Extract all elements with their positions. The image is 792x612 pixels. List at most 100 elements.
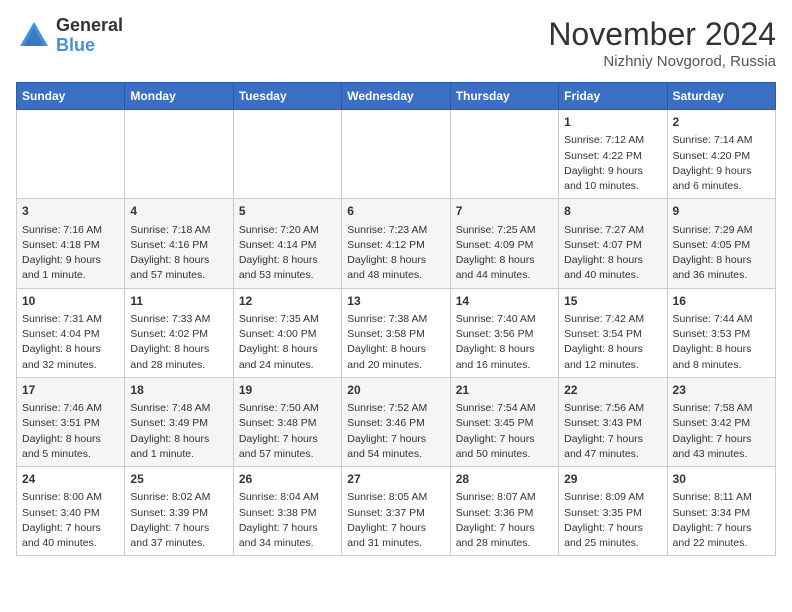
location: Nizhniy Novgorod, Russia	[548, 53, 776, 70]
day-info: Sunrise: 7:54 AM	[456, 401, 553, 416]
day-info: Sunrise: 7:20 AM	[239, 223, 336, 238]
calendar-cell: 17Sunrise: 7:46 AMSunset: 3:51 PMDayligh…	[17, 377, 125, 466]
day-info: Daylight: 7 hours and 28 minutes.	[456, 521, 553, 551]
calendar-cell: 29Sunrise: 8:09 AMSunset: 3:35 PMDayligh…	[559, 467, 667, 556]
day-info: Sunrise: 7:42 AM	[564, 312, 661, 327]
day-info: Sunrise: 7:29 AM	[673, 223, 770, 238]
calendar-cell: 9Sunrise: 7:29 AMSunset: 4:05 PMDaylight…	[667, 199, 775, 288]
day-info: Sunset: 3:54 PM	[564, 327, 661, 342]
calendar-cell: 4 Sunrise: 7:18 AMSunset: 4:16 PMDaylight…	[125, 199, 233, 288]
day-info: Sunrise: 7:25 AM	[456, 223, 553, 238]
day-info: Sunset: 3:36 PM	[456, 506, 553, 521]
day-info: Sunset: 3:39 PM	[130, 506, 227, 521]
day-info: Sunrise: 7:50 AM	[239, 401, 336, 416]
day-number: 27	[347, 471, 444, 488]
logo-icon	[16, 18, 52, 54]
day-info: Sunset: 3:53 PM	[673, 327, 770, 342]
day-info: Sunrise: 8:07 AM	[456, 490, 553, 505]
day-header-sunday: Sunday	[17, 83, 125, 110]
day-number: 23	[673, 382, 770, 399]
day-number: 20	[347, 382, 444, 399]
day-info: Sunset: 4:05 PM	[673, 238, 770, 253]
day-info: Daylight: 7 hours and 40 minutes.	[22, 521, 119, 551]
day-info: Daylight: 8 hours and 53 minutes.	[239, 253, 336, 283]
day-info: Sunrise: 8:02 AM	[130, 490, 227, 505]
calendar-cell: 13Sunrise: 7:38 AMSunset: 3:58 PMDayligh…	[342, 288, 450, 377]
day-info: Sunset: 4:16 PM	[130, 238, 227, 253]
day-info: Sunrise: 7:12 AM	[564, 133, 661, 148]
day-info: Sunrise: 7:38 AM	[347, 312, 444, 327]
day-info: Sunset: 4:02 PM	[130, 327, 227, 342]
day-info: Daylight: 7 hours and 25 minutes.	[564, 521, 661, 551]
day-number: 8	[564, 203, 661, 220]
day-info: Sunrise: 8:11 AM	[673, 490, 770, 505]
day-number: 18	[130, 382, 227, 399]
calendar-cell: 25 Sunrise: 8:02 AMSunset: 3:39 PMDayligh…	[125, 467, 233, 556]
day-number: 21	[456, 382, 553, 399]
day-info: Daylight: 8 hours and 1 minute.	[130, 432, 227, 462]
day-info: Daylight: 8 hours and 32 minutes.	[22, 342, 119, 372]
day-info: Sunset: 3:46 PM	[347, 416, 444, 431]
day-info: Daylight: 8 hours and 57 minutes.	[130, 253, 227, 283]
day-info: Sunset: 3:43 PM	[564, 416, 661, 431]
calendar-cell: 24Sunrise: 8:00 AMSunset: 3:40 PMDayligh…	[17, 467, 125, 556]
day-info: Sunrise: 8:04 AM	[239, 490, 336, 505]
week-row-4: 17Sunrise: 7:46 AMSunset: 3:51 PMDayligh…	[17, 377, 776, 466]
day-number: 19	[239, 382, 336, 399]
day-info: Sunset: 4:07 PM	[564, 238, 661, 253]
day-number: 29	[564, 471, 661, 488]
day-info: Sunset: 4:00 PM	[239, 327, 336, 342]
day-info: Sunrise: 8:09 AM	[564, 490, 661, 505]
day-number: 7	[456, 203, 553, 220]
day-info: Daylight: 8 hours and 48 minutes.	[347, 253, 444, 283]
day-info: Daylight: 8 hours and 5 minutes.	[22, 432, 119, 462]
logo-general-text: General	[56, 16, 123, 36]
day-info: Sunrise: 7:18 AM	[130, 223, 227, 238]
day-number: 5	[239, 203, 336, 220]
day-number: 22	[564, 382, 661, 399]
calendar-cell	[450, 110, 558, 199]
day-header-monday: Monday	[125, 83, 233, 110]
day-number: 1	[564, 114, 661, 131]
day-info: Sunset: 4:14 PM	[239, 238, 336, 253]
day-info: Sunset: 3:56 PM	[456, 327, 553, 342]
day-header-tuesday: Tuesday	[233, 83, 341, 110]
day-info: Daylight: 7 hours and 37 minutes.	[130, 521, 227, 551]
day-info: Daylight: 7 hours and 57 minutes.	[239, 432, 336, 462]
day-info: Sunset: 3:48 PM	[239, 416, 336, 431]
day-info: Daylight: 8 hours and 8 minutes.	[673, 342, 770, 372]
day-info: Sunset: 4:09 PM	[456, 238, 553, 253]
day-info: Sunset: 3:38 PM	[239, 506, 336, 521]
day-info: Sunset: 3:34 PM	[673, 506, 770, 521]
day-info: Sunrise: 7:35 AM	[239, 312, 336, 327]
day-number: 30	[673, 471, 770, 488]
day-info: Daylight: 8 hours and 40 minutes.	[564, 253, 661, 283]
calendar-cell: 27Sunrise: 8:05 AMSunset: 3:37 PMDayligh…	[342, 467, 450, 556]
day-number: 4	[130, 203, 227, 220]
calendar-cell: 12Sunrise: 7:35 AMSunset: 4:00 PMDayligh…	[233, 288, 341, 377]
day-number: 24	[22, 471, 119, 488]
day-info: Sunrise: 7:23 AM	[347, 223, 444, 238]
day-header-saturday: Saturday	[667, 83, 775, 110]
calendar-cell: 3Sunrise: 7:16 AMSunset: 4:18 PMDaylight…	[17, 199, 125, 288]
logo: General Blue	[16, 16, 123, 56]
day-info: Sunset: 4:04 PM	[22, 327, 119, 342]
day-info: Sunrise: 7:27 AM	[564, 223, 661, 238]
calendar-cell: 26Sunrise: 8:04 AMSunset: 3:38 PMDayligh…	[233, 467, 341, 556]
day-info: Sunset: 3:58 PM	[347, 327, 444, 342]
calendar-cell: 7Sunrise: 7:25 AMSunset: 4:09 PMDaylight…	[450, 199, 558, 288]
week-row-5: 24Sunrise: 8:00 AMSunset: 3:40 PMDayligh…	[17, 467, 776, 556]
day-header-wednesday: Wednesday	[342, 83, 450, 110]
month-title: November 2024	[548, 16, 776, 53]
day-number: 25	[130, 471, 227, 488]
day-number: 12	[239, 293, 336, 310]
day-info: Sunrise: 7:44 AM	[673, 312, 770, 327]
calendar-cell: 23Sunrise: 7:58 AMSunset: 3:42 PMDayligh…	[667, 377, 775, 466]
day-info: Sunrise: 7:56 AM	[564, 401, 661, 416]
day-info: Daylight: 7 hours and 54 minutes.	[347, 432, 444, 462]
day-info: Sunset: 3:37 PM	[347, 506, 444, 521]
calendar-cell: 6Sunrise: 7:23 AMSunset: 4:12 PMDaylight…	[342, 199, 450, 288]
calendar-cell	[17, 110, 125, 199]
calendar-cell: 1Sunrise: 7:12 AMSunset: 4:22 PMDaylight…	[559, 110, 667, 199]
day-info: Sunset: 3:49 PM	[130, 416, 227, 431]
